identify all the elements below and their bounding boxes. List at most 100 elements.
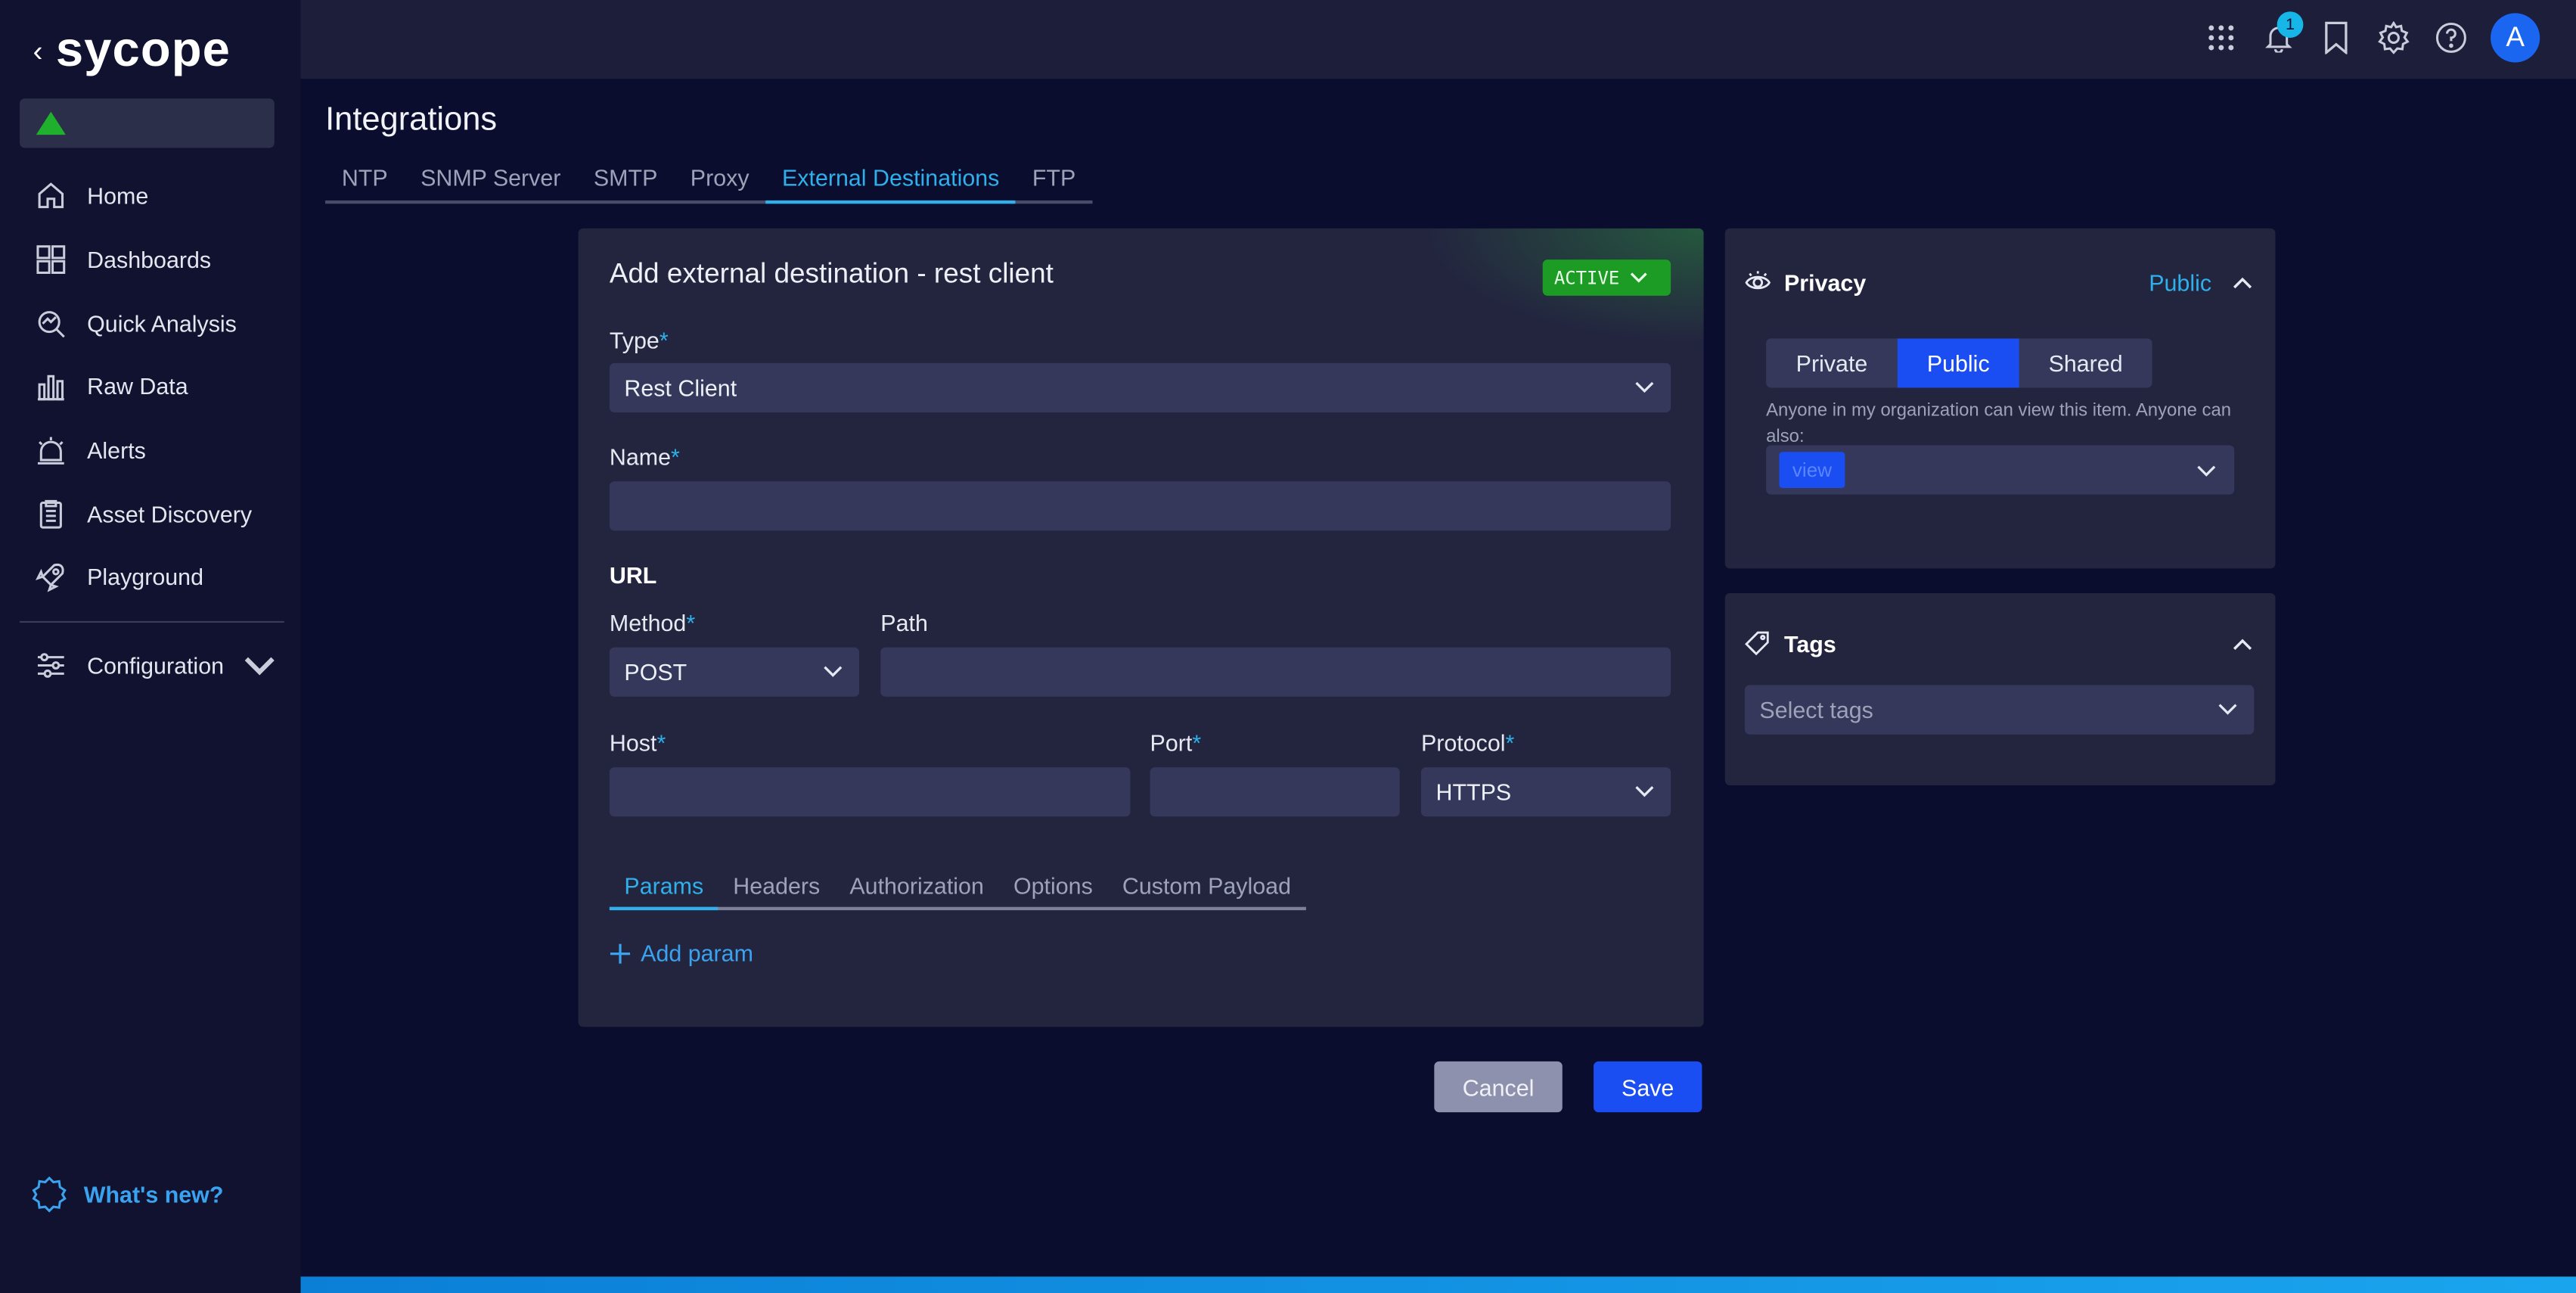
apps-grid-icon[interactable]: [2203, 20, 2239, 56]
protocol-label: Protocol*: [1421, 729, 1514, 756]
user-avatar[interactable]: A: [2491, 13, 2540, 63]
add-param-button[interactable]: Add param: [610, 940, 753, 966]
method-label: Method*: [610, 610, 695, 636]
sidebar-item-label: Dashboards: [87, 246, 212, 273]
whats-new-badge-icon: [32, 1176, 67, 1213]
notifications-bell-icon[interactable]: 1: [2261, 11, 2304, 56]
tab-smtp[interactable]: SMTP: [577, 160, 674, 200]
name-input[interactable]: [609, 481, 1671, 531]
save-button[interactable]: Save: [1594, 1061, 1702, 1113]
sidebar-item-home[interactable]: Home: [0, 164, 301, 228]
tags-panel: Tags Select tags: [1724, 592, 2276, 786]
cancel-button[interactable]: Cancel: [1434, 1061, 1563, 1113]
tags-placeholder: Select tags: [1759, 696, 1873, 723]
home-icon: [38, 182, 64, 209]
sidebar-item-alerts[interactable]: Alerts: [0, 418, 301, 482]
notification-count-badge: 1: [2277, 11, 2304, 38]
tags-select[interactable]: Select tags: [1744, 685, 2255, 735]
tag-icon: [1745, 631, 1769, 656]
privacy-option-public[interactable]: Public: [1897, 338, 2019, 388]
chevron-down-icon: [245, 657, 275, 676]
type-label-text: Type: [609, 327, 660, 353]
alerts-icon: [37, 437, 64, 465]
brand-logo-text: sycope: [55, 23, 231, 78]
privacy-panel: Privacy Public Private Public Shared Any…: [1724, 228, 2276, 569]
tab-snmp-server[interactable]: SNMP Server: [404, 160, 577, 200]
privacy-eye-icon: [1745, 271, 1771, 290]
privacy-option-shared[interactable]: Shared: [2019, 338, 2152, 387]
port-label: Port*: [1150, 729, 1202, 756]
chevron-up-icon[interactable]: [2233, 638, 2252, 654]
tab-external-destinations[interactable]: External Destinations: [765, 160, 1016, 204]
whats-new-link[interactable]: What's new?: [31, 1176, 223, 1213]
tab-ntp[interactable]: NTP: [325, 160, 404, 200]
required-marker: *: [1505, 729, 1515, 756]
status-up-icon: [36, 111, 66, 135]
tab-ftp[interactable]: FTP: [1016, 160, 1092, 200]
subtab-options[interactable]: Options: [998, 869, 1107, 907]
sidebar-item-asset-discovery[interactable]: Asset Discovery: [0, 482, 301, 545]
permission-chip[interactable]: view: [1779, 452, 1845, 488]
configuration-sliders-icon: [37, 653, 64, 679]
name-label-text: Name: [609, 443, 672, 471]
sidebar: ‹ sycope Home Dashboards Quick Analysis …: [0, 0, 301, 1293]
subtab-custom-payload[interactable]: Custom Payload: [1107, 869, 1305, 907]
status-toggle-dropdown[interactable]: ACTIVE: [1542, 260, 1671, 296]
main-nav: Home Dashboards Quick Analysis Raw Data …: [0, 164, 301, 609]
whats-new-label: What's new?: [83, 1181, 224, 1208]
bottom-accent-bar: [300, 1276, 2576, 1293]
required-marker: *: [686, 609, 696, 636]
add-param-label: Add param: [641, 940, 753, 966]
path-input[interactable]: [880, 647, 1671, 697]
chevron-down-icon: [1635, 786, 1654, 797]
form-title: Add external destination - rest client: [609, 257, 1054, 290]
port-input[interactable]: [1150, 767, 1400, 817]
subtab-authorization[interactable]: Authorization: [835, 869, 999, 907]
url-section-heading: URL: [609, 561, 657, 589]
chevron-down-icon: [1630, 272, 1647, 283]
tab-proxy[interactable]: Proxy: [674, 160, 765, 200]
privacy-header[interactable]: Privacy: [1745, 269, 1866, 296]
privacy-current-value: Public: [2149, 269, 2212, 296]
type-select[interactable]: Rest Client: [609, 362, 1671, 413]
path-label: Path: [880, 609, 928, 636]
privacy-description: Anyone in my organization can view this …: [1766, 400, 2232, 447]
privacy-segmented-control: Private Public Shared: [1766, 338, 2152, 388]
help-icon[interactable]: [2433, 20, 2469, 56]
external-destination-form: Add external destination - rest client A…: [578, 228, 1704, 1027]
asset-discovery-icon: [39, 499, 62, 529]
logo[interactable]: ‹ sycope: [33, 23, 231, 79]
port-label-text: Port: [1150, 729, 1193, 756]
subtab-headers[interactable]: Headers: [718, 869, 835, 907]
protocol-select[interactable]: HTTPS: [1420, 767, 1671, 817]
type-label: Type*: [610, 327, 669, 353]
sidebar-item-label: Raw Data: [87, 373, 188, 400]
host-input[interactable]: [609, 767, 1131, 817]
back-chevron-icon[interactable]: ‹: [33, 34, 42, 69]
sidebar-item-dashboards[interactable]: Dashboards: [0, 228, 301, 291]
sidebar-item-quick-analysis[interactable]: Quick Analysis: [0, 291, 301, 355]
method-select[interactable]: POST: [609, 647, 860, 697]
required-marker: *: [656, 729, 666, 756]
status-label: ACTIVE: [1553, 266, 1620, 289]
sidebar-item-raw-data[interactable]: Raw Data: [0, 355, 301, 418]
request-subtabs: Params Headers Authorization Options Cus…: [609, 869, 1306, 911]
required-marker: *: [1192, 729, 1202, 756]
chevron-up-icon[interactable]: [2233, 276, 2252, 293]
privacy-option-private[interactable]: Private: [1766, 338, 1898, 387]
quick-analysis-icon: [38, 310, 65, 337]
permission-select[interactable]: view: [1766, 445, 2235, 495]
sidebar-item-configuration[interactable]: Configuration: [0, 634, 301, 698]
sidebar-item-label: Home: [87, 182, 149, 210]
sidebar-item-playground[interactable]: Playground: [0, 545, 301, 609]
tags-header[interactable]: Tags: [1745, 631, 1836, 657]
plus-icon: [610, 943, 631, 963]
system-status-indicator[interactable]: [20, 98, 275, 148]
configuration-row[interactable]: Configuration: [0, 634, 301, 698]
protocol-label-text: Protocol: [1420, 729, 1506, 756]
required-marker: *: [659, 327, 669, 353]
settings-gear-icon[interactable]: [2376, 20, 2412, 56]
bookmark-icon[interactable]: [2318, 20, 2354, 56]
subtab-params[interactable]: Params: [609, 869, 718, 911]
chevron-down-icon: [1635, 381, 1654, 393]
